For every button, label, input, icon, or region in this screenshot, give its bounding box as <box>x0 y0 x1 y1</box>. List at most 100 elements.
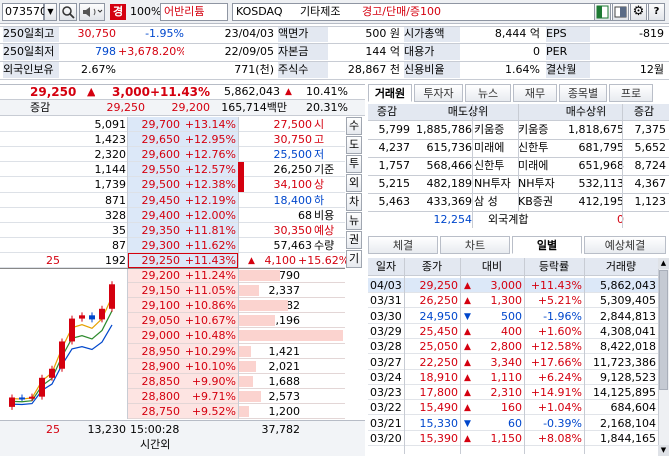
info-value: 798 <box>95 45 116 58</box>
up-arrow-icon: ▲ <box>464 357 471 368</box>
stock-name[interactable]: 어반리튬 <box>160 3 228 21</box>
stat-value: 30,750 <box>273 133 313 147</box>
daily-change: 1,300 <box>490 294 523 308</box>
tab-daily-1[interactable]: 차트 <box>440 236 510 254</box>
alert-label: 경고/단매/증100 <box>362 5 442 18</box>
daily-rate: -0.39% <box>543 416 582 430</box>
buy-change: 1,123 <box>634 195 667 208</box>
trade-amount: 165,714백만 <box>221 101 287 114</box>
scroll-thumb[interactable] <box>659 270 668 390</box>
chevron-down-icon: ▼ <box>47 7 54 16</box>
tab-daily-3[interactable]: 예상체결 <box>584 236 666 254</box>
excel-icon <box>596 5 609 19</box>
export-button[interactable] <box>594 3 611 21</box>
daily-date: 04/03 <box>370 279 402 292</box>
daily-rate: +1.60% <box>537 324 582 338</box>
stock-code-input[interactable]: 073570 <box>2 3 47 21</box>
footer-change: 25 <box>46 423 60 436</box>
foreign-label: 외국계합 <box>488 213 529 226</box>
ask-pct: +12.19% <box>184 193 236 207</box>
daily-change: 1,150 <box>490 432 523 445</box>
daily-header: 종가 <box>421 260 443 273</box>
stat-value: 26,250 <box>273 163 313 177</box>
layout-button[interactable] <box>612 3 629 21</box>
side-button-4[interactable]: 차 <box>346 193 362 211</box>
daily-close: 24,950 <box>419 309 459 323</box>
stat-value: 30,350 <box>273 223 313 237</box>
stat-label: 수량 <box>314 238 335 252</box>
bid-volume-bar <box>238 360 256 372</box>
side-button-7[interactable]: 기 <box>346 250 362 268</box>
broker-header: 매도상위 <box>447 105 489 118</box>
foreign-sell: 12,254 <box>433 213 473 226</box>
ask-price: 29,450 <box>141 193 181 207</box>
sell-qty: 568,466 <box>426 159 473 172</box>
info-label: 신용비율 <box>404 62 460 78</box>
side-button-6[interactable]: 권 <box>346 231 362 249</box>
side-button-1[interactable]: 도 <box>346 136 362 154</box>
tab-broker-5[interactable]: 프로 <box>609 84 653 102</box>
info-value: 30,750 <box>77 27 117 40</box>
daily-close: 22,250 <box>419 355 459 369</box>
daily-close: 26,250 <box>419 294 459 308</box>
ask-pct: +12.95% <box>184 133 236 147</box>
scroll-down-button[interactable]: ▼ <box>658 445 669 456</box>
current-price: 29,250 <box>30 85 77 99</box>
up-arrow-icon: ▲ <box>464 434 471 444</box>
daily-date: 03/31 <box>370 294 402 308</box>
up-arrow-icon: ▲ <box>464 326 471 337</box>
help-button[interactable]: ? <box>648 3 665 21</box>
up-arrow-icon: ▲ <box>87 85 96 98</box>
search-button[interactable] <box>59 3 77 21</box>
daily-change: 500 <box>501 309 522 323</box>
sell-broker: 키움증 <box>474 123 505 136</box>
stock-window: 073570 ▼ 경 100% 어반리튬 KOSDAQ 기타제조 경고/단매/증… <box>0 0 669 456</box>
sell-broker: 미래에 <box>474 141 505 154</box>
daily-date: 03/29 <box>370 324 402 338</box>
tab-daily-2[interactable]: 일별 <box>512 236 582 254</box>
side-button-0[interactable]: 수 <box>346 117 362 135</box>
ask-pct: +13.14% <box>184 118 236 131</box>
after-hours-button[interactable]: 시간외 <box>140 437 180 453</box>
tab-daily-0[interactable]: 체결 <box>368 236 438 254</box>
tab-broker-0[interactable]: 거래원 <box>368 84 412 102</box>
dropdown-button[interactable]: ▼ <box>44 3 57 21</box>
sound-button[interactable] <box>79 3 105 21</box>
ask-qty: 871 <box>105 193 126 207</box>
side-button-5[interactable]: 뉴 <box>346 212 362 230</box>
info-row-line <box>0 79 669 80</box>
side-button-2[interactable]: 투 <box>346 155 362 173</box>
info-date: 22/09/05 <box>224 45 274 58</box>
tab-broker-2[interactable]: 뉴스 <box>465 84 511 102</box>
sell-change: 5,215 <box>378 177 411 190</box>
stat-label: 저 <box>314 148 325 162</box>
buy-change: 5,652 <box>634 141 667 154</box>
total-bid: 37,782 <box>261 423 301 436</box>
stat-value: 34,100 <box>273 178 313 192</box>
scroll-up-button[interactable]: ▲ <box>658 258 669 269</box>
buy-qty: 651,968 <box>578 159 625 172</box>
daily-panel: 체결 차트 일별 예상체결 일자 종가 대비 등락률 거래량 04/03 29,250 ▲ 3,000 +… <box>368 236 669 456</box>
tab-broker-1[interactable]: 투자자 <box>414 84 463 102</box>
daily-close: 15,390 <box>419 432 459 445</box>
daily-rate: +1.04% <box>537 401 582 415</box>
bid-volume-bar <box>238 330 343 342</box>
info-value: 2.67% <box>81 63 116 76</box>
ask-qty: 5,091 <box>94 118 127 131</box>
stat-value: 68 <box>298 208 312 222</box>
side-button-3[interactable]: 외 <box>346 174 362 192</box>
foreign-buy: 0 <box>617 213 624 226</box>
daily-change: 160 <box>501 401 522 415</box>
sell-change: 5,463 <box>378 195 411 208</box>
tab-broker-4[interactable]: 종목별 <box>559 84 607 102</box>
sell-qty: 1,885,786 <box>416 123 472 136</box>
settings-button[interactable]: ⚙ <box>630 3 647 21</box>
info-grid: 250일최고 30,750 -1.95% 23/04/03 액면가 500 원 시가총액 8,… <box>0 26 669 80</box>
ask-qty: 328 <box>105 208 126 222</box>
info-label: 결산월 <box>546 62 590 78</box>
buy-change: 8,724 <box>634 159 667 172</box>
bid-price: 29,100 <box>141 299 181 313</box>
daily-date: 03/24 <box>370 370 402 384</box>
tab-broker-3[interactable]: 재무 <box>513 84 557 102</box>
bid-price: 29,050 <box>141 314 181 328</box>
